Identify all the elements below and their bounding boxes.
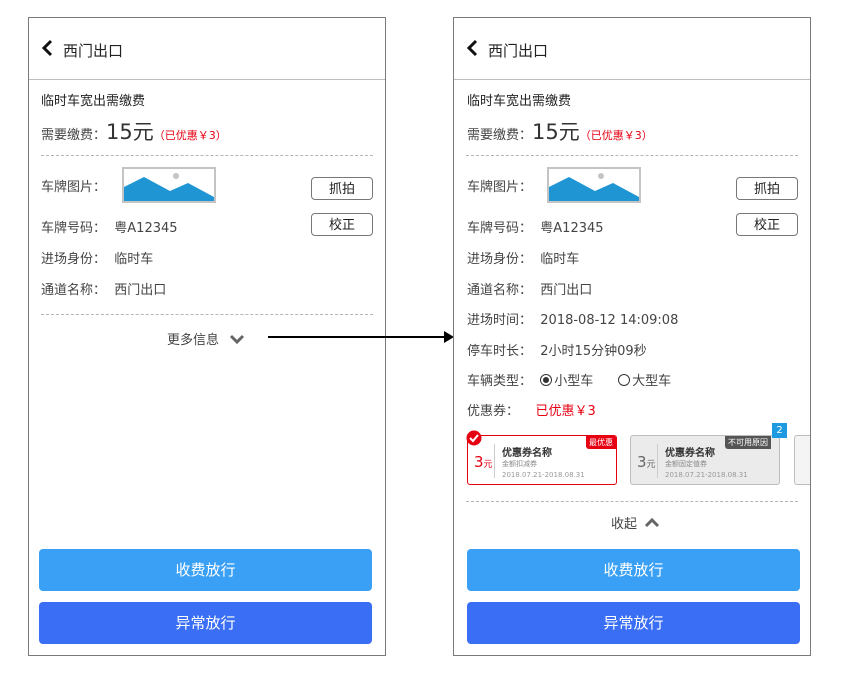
- chevron-up-icon: [645, 517, 660, 528]
- coupon-type: 金额扣减券: [502, 460, 537, 468]
- header-bar: 西门出口: [29, 18, 385, 80]
- fee-amount: 15元: [106, 120, 154, 144]
- chevron-down-icon: [230, 334, 245, 345]
- back-arrow-icon[interactable]: [464, 39, 482, 57]
- section-title: 临时车宽出需缴费: [41, 94, 146, 109]
- pay-release-button[interactable]: 收费放行: [467, 549, 800, 591]
- page-title: 西门出口: [63, 42, 124, 60]
- plate-image-label: 车牌图片：: [41, 180, 107, 195]
- coupon-name: 优惠券名称: [665, 448, 715, 459]
- capture-button[interactable]: 抓拍: [311, 177, 373, 200]
- divider: [41, 314, 373, 315]
- radio-large-vehicle[interactable]: 大型车: [618, 374, 671, 389]
- coupon-row: 优惠券： 已优惠￥3: [467, 400, 596, 419]
- fee-label: 需要缴费：: [41, 128, 107, 143]
- identity-value: 临时车: [114, 252, 154, 267]
- correct-button[interactable]: 校正: [311, 213, 373, 236]
- divider: [466, 155, 798, 156]
- collapse-toggle[interactable]: 收起: [611, 513, 660, 532]
- coupon-amount: 3元: [637, 453, 656, 471]
- coupon-type: 金额固定值券: [665, 460, 707, 468]
- fee-amount: 15元: [532, 120, 580, 144]
- plate-image-label: 车牌图片：: [467, 180, 533, 195]
- more-info-label: 更多信息: [167, 333, 220, 348]
- collapse-label: 收起: [611, 517, 638, 532]
- coupon-applied: 已优惠￥3: [535, 404, 596, 419]
- radio-selected-icon: [540, 374, 553, 386]
- divider: [41, 155, 373, 156]
- check-circle-icon: [466, 430, 482, 446]
- image-placeholder-icon: [549, 173, 639, 201]
- plate-number-row: 车牌号码： 粤A12345: [467, 217, 604, 236]
- plate-image[interactable]: [547, 167, 641, 203]
- identity-value: 临时车: [540, 252, 580, 267]
- identity-label: 进场身份：: [41, 252, 107, 267]
- coupon-date: 2018.07.21-2018.08.31: [502, 471, 585, 479]
- vehicle-type-label: 车辆类型：: [467, 374, 533, 389]
- page-title: 西门出口: [488, 42, 549, 60]
- entry-time-row: 进场时间： 2018-08-12 14:09:08: [467, 309, 678, 328]
- channel-label: 通道名称：: [467, 283, 533, 298]
- identity-row: 进场身份： 临时车: [41, 248, 153, 267]
- plate-number: 粤A12345: [540, 221, 604, 236]
- channel-label: 通道名称：: [41, 283, 107, 298]
- divider: [466, 501, 798, 502]
- back-arrow-icon[interactable]: [39, 39, 57, 57]
- radio-small-vehicle[interactable]: 小型车: [540, 374, 593, 389]
- channel-row: 通道名称： 西门出口: [41, 279, 166, 298]
- section-title: 临时车宽出需缴费: [467, 94, 572, 109]
- coupon-divider: [657, 444, 658, 478]
- capture-button[interactable]: 抓拍: [736, 177, 798, 200]
- channel-value: 西门出口: [540, 283, 593, 298]
- plate-image[interactable]: [122, 167, 216, 203]
- large-vehicle-label: 大型车: [632, 374, 672, 389]
- more-info-toggle[interactable]: 更多信息: [167, 329, 245, 348]
- identity-row: 进场身份： 临时车: [467, 248, 579, 267]
- unavailable-reason-badge: 不可用原因: [725, 436, 771, 449]
- entry-time: 2018-08-12 14:09:08: [540, 313, 679, 328]
- fee-discount: （已优惠￥3）: [153, 129, 227, 142]
- vehicle-type-row: 车辆类型： 小型车 大型车: [467, 370, 671, 389]
- abnormal-release-button[interactable]: 异常放行: [39, 602, 372, 644]
- duration-label: 停车时长：: [467, 344, 533, 359]
- pay-release-button[interactable]: 收费放行: [39, 549, 372, 591]
- phone-screen-expanded: 西门出口 临时车宽出需缴费 需要缴费：15元（已优惠￥3） 车牌图片： 抓拍 车…: [453, 17, 811, 656]
- duration-value: 2小时15分钟09秒: [540, 344, 647, 359]
- duration-row: 停车时长： 2小时15分钟09秒: [467, 340, 647, 359]
- abnormal-release-button[interactable]: 异常放行: [467, 602, 800, 644]
- best-deal-badge: 最优惠: [586, 436, 616, 449]
- coupon-card-partial[interactable]: [794, 435, 810, 485]
- entry-time-label: 进场时间：: [467, 313, 533, 328]
- radio-unselected-icon: [618, 374, 631, 386]
- coupon-name: 优惠券名称: [502, 448, 552, 459]
- fee-row: 需要缴费：15元（已优惠￥3）: [41, 116, 227, 146]
- arrow-right-icon: [268, 331, 454, 343]
- coupon-divider: [494, 444, 495, 478]
- identity-label: 进场身份：: [467, 252, 533, 267]
- plate-number-label: 车牌号码：: [467, 221, 533, 236]
- header-bar: 西门出口: [454, 18, 810, 80]
- plate-number-row: 车牌号码： 粤A12345: [41, 217, 178, 236]
- coupon-date: 2018.07.21-2018.08.31: [665, 471, 748, 479]
- plate-number-label: 车牌号码：: [41, 221, 107, 236]
- coupon-count-badge: 2: [772, 423, 787, 438]
- image-placeholder-icon: [124, 173, 214, 201]
- fee-row: 需要缴费：15元（已优惠￥3）: [467, 116, 653, 146]
- coupon-label: 优惠券：: [467, 404, 520, 419]
- fee-discount: （已优惠￥3）: [579, 129, 653, 142]
- coupon-amount: 3元: [474, 453, 493, 471]
- coupon-card-unavailable[interactable]: 3元 优惠券名称 金额固定值券 2018.07.21-2018.08.31 不可…: [630, 435, 780, 485]
- coupon-card-selected[interactable]: 3元 优惠券名称 金额扣减券 2018.07.21-2018.08.31 最优惠: [467, 435, 617, 485]
- channel-row: 通道名称： 西门出口: [467, 279, 592, 298]
- channel-value: 西门出口: [114, 283, 167, 298]
- small-vehicle-label: 小型车: [554, 374, 594, 389]
- fee-label: 需要缴费：: [467, 128, 533, 143]
- plate-number: 粤A12345: [114, 221, 178, 236]
- correct-button[interactable]: 校正: [736, 213, 798, 236]
